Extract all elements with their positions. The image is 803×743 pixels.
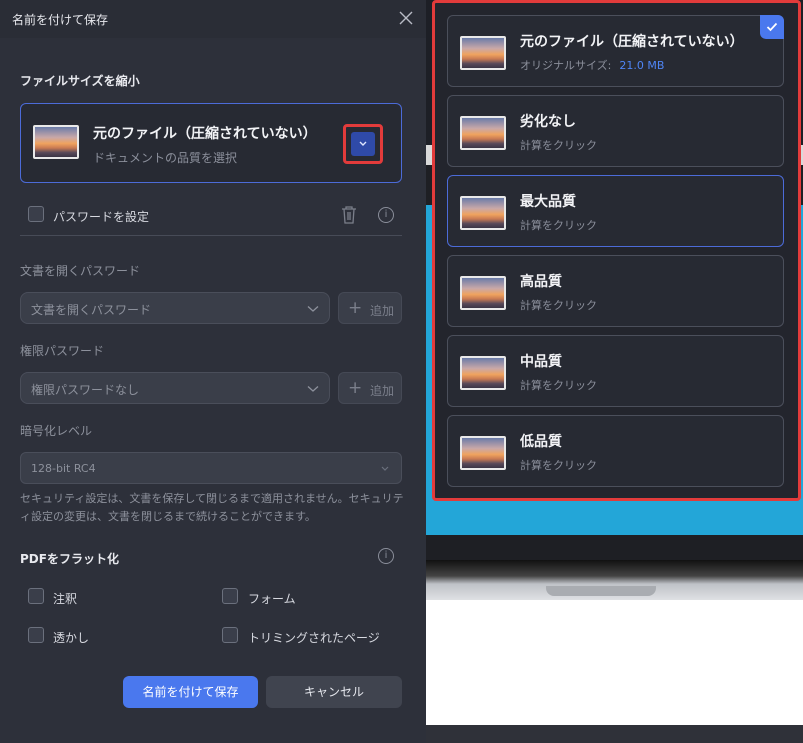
file-thumbnail	[33, 125, 79, 159]
add-permission-password-button[interactable]: + 追加	[338, 372, 402, 404]
plus-icon: +	[348, 298, 363, 318]
flatten-watermark-checkbox[interactable]	[28, 627, 44, 643]
flatten-annotations-label: 注釈	[53, 592, 78, 606]
quality-option-subtitle: 計算をクリック	[520, 299, 597, 312]
selected-check-badge	[760, 15, 784, 39]
flatten-watermark-label: 透かし	[53, 631, 90, 645]
background-bottom-bar	[426, 725, 803, 743]
permission-password-label: 権限パスワード	[20, 344, 105, 358]
flatten-cropped-pages-checkbox[interactable]	[222, 627, 238, 643]
quality-option-title: 元のファイル（圧縮されていない）	[520, 34, 744, 50]
quality-dropdown-button[interactable]	[351, 132, 375, 156]
flatten-annotations-checkbox[interactable]	[28, 588, 44, 604]
quality-select-card[interactable]: 元のファイル（圧縮されていない） ドキュメントの品質を選択	[20, 103, 402, 183]
original-size-value: 21.0 MB	[619, 59, 665, 72]
permission-password-select[interactable]: 権限パスワードなし	[20, 372, 330, 404]
quality-option-title: 中品質	[520, 354, 562, 370]
chevron-down-icon	[381, 466, 389, 471]
quality-option-title: 最大品質	[520, 194, 576, 210]
open-password-select[interactable]: 文書を開くパスワード	[20, 292, 330, 324]
quality-option-title: 高品質	[520, 274, 562, 290]
add-label: 追加	[370, 384, 395, 398]
quality-option-high[interactable]: 高品質 計算をクリック	[447, 255, 784, 327]
checkmark-icon	[766, 22, 778, 32]
password-info-icon[interactable]: i	[378, 207, 394, 223]
dialog-title: 名前を付けて保存	[12, 13, 109, 27]
password-checkbox[interactable]	[28, 206, 44, 222]
file-thumbnail	[460, 436, 506, 470]
file-thumbnail	[460, 116, 506, 150]
quality-dropdown-list: 元のファイル（圧縮されていない） オリジナルサイズ: 21.0 MB 劣化なし 計…	[432, 0, 801, 501]
file-thumbnail	[460, 36, 506, 70]
quality-option-maximum[interactable]: 最大品質 計算をクリック	[447, 175, 784, 247]
quality-option-title: 低品質	[520, 434, 562, 450]
original-size-label: オリジナルサイズ:	[520, 59, 612, 72]
dropdown-highlight	[343, 124, 383, 164]
quality-option-subtitle: 計算をクリック	[520, 379, 597, 392]
flatten-forms-checkbox[interactable]	[222, 588, 238, 604]
selected-quality-subtitle: ドキュメントの品質を選択	[93, 151, 238, 165]
dialog-header: 名前を付けて保存	[0, 0, 426, 38]
laptop-notch	[546, 586, 656, 596]
encryption-level-select[interactable]: 128-bit RC4	[20, 452, 402, 484]
quality-option-medium[interactable]: 中品質 計算をクリック	[447, 335, 784, 407]
chevron-down-icon	[307, 386, 319, 392]
laptop-image	[426, 560, 803, 600]
file-thumbnail	[460, 276, 506, 310]
encryption-level-label: 暗号化レベル	[20, 424, 93, 438]
chevron-down-icon	[359, 141, 367, 146]
save-as-dialog: 名前を付けて保存 ファイルサイズを縮小 元のファイル（圧縮されていない） ドキュ…	[0, 0, 426, 743]
background-white-area	[426, 600, 803, 725]
quality-option-original[interactable]: 元のファイル（圧縮されていない） オリジナルサイズ: 21.0 MB	[447, 15, 784, 87]
add-label: 追加	[370, 304, 395, 318]
plus-icon: +	[348, 378, 363, 398]
quality-option-subtitle: 計算をクリック	[520, 219, 597, 232]
encryption-level-value: 128-bit RC4	[31, 462, 96, 475]
file-thumbnail	[460, 196, 506, 230]
cancel-button[interactable]: キャンセル	[266, 676, 402, 708]
open-password-label: 文書を開くパスワード	[20, 264, 141, 278]
flatten-info-icon[interactable]: i	[378, 548, 394, 564]
reduce-size-title: ファイルサイズを縮小	[20, 74, 140, 88]
flatten-section-title: PDFをフラット化	[20, 552, 119, 566]
quality-option-subtitle: 計算をクリック	[520, 139, 597, 152]
quality-option-subtitle: オリジナルサイズ: 21.0 MB	[520, 57, 664, 73]
divider	[20, 235, 402, 236]
flatten-forms-label: フォーム	[248, 592, 296, 606]
save-as-button[interactable]: 名前を付けて保存	[123, 676, 258, 708]
security-note: セキュリティ設定は、文書を保存して閉じるまで適用されません。セキュリティ設定の変…	[20, 492, 404, 523]
close-icon[interactable]	[398, 10, 414, 26]
password-checkbox-label: パスワードを設定	[53, 210, 150, 224]
quality-option-title: 劣化なし	[520, 114, 576, 130]
open-password-placeholder: 文書を開くパスワード	[31, 303, 152, 317]
selected-quality-title: 元のファイル（圧縮されていない）	[93, 126, 317, 142]
add-open-password-button[interactable]: + 追加	[338, 292, 402, 324]
quality-option-lossless[interactable]: 劣化なし 計算をクリック	[447, 95, 784, 167]
quality-option-low[interactable]: 低品質 計算をクリック	[447, 415, 784, 487]
permission-password-placeholder: 権限パスワードなし	[31, 383, 140, 397]
trash-icon[interactable]	[340, 205, 358, 225]
file-thumbnail	[460, 356, 506, 390]
quality-option-subtitle: 計算をクリック	[520, 459, 597, 472]
chevron-down-icon	[307, 306, 319, 312]
flatten-cropped-pages-label: トリミングされたページ	[248, 631, 380, 645]
